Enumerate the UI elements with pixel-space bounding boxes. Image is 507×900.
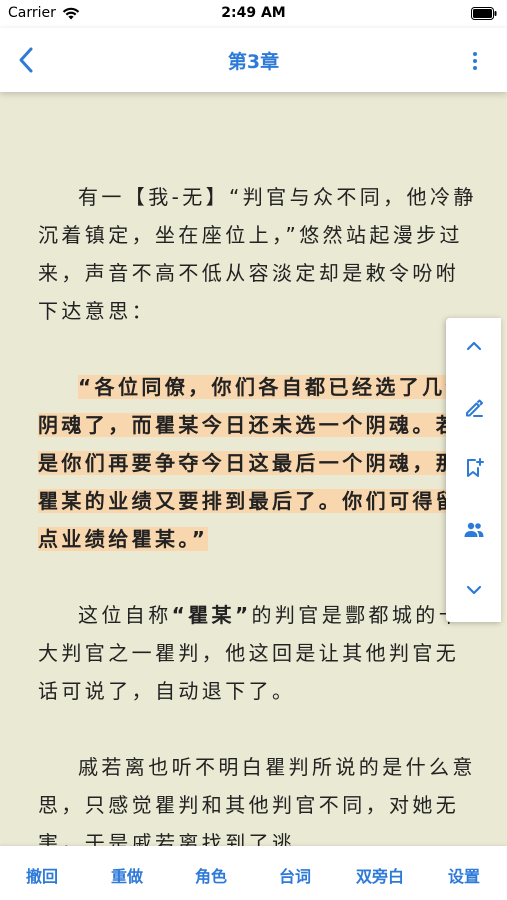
scroll-up-button[interactable] <box>446 326 501 366</box>
side-panel <box>446 318 501 622</box>
role-button[interactable]: 角色 <box>171 863 251 887</box>
people-icon <box>464 522 483 537</box>
bottom-toolbar: 撤回 重做 角色 台词 双旁白 设置 <box>0 846 507 900</box>
more-vertical-icon[interactable] <box>471 50 479 72</box>
bookmark-add-icon <box>466 458 484 477</box>
scroll-down-button[interactable] <box>446 570 501 610</box>
paragraph-2-quote[interactable]: “各位同僚，你们各自都已经选了几个阴魂了，而瞿某今日还未选一个阴魂。若是你们再要… <box>38 368 478 558</box>
paragraph-3-start: 这位自称 <box>78 603 172 627</box>
status-bar: Carrier 2:49 AM <box>0 0 507 28</box>
edit-button[interactable] <box>446 388 501 428</box>
line-button[interactable]: 台词 <box>255 863 335 887</box>
chevron-down-icon <box>466 585 481 595</box>
paragraph-3[interactable]: 这位自称“瞿某”的判官是酆都城的十大判官之一瞿判，他这回是让其他判官无话可说了，… <box>38 596 478 710</box>
undo-button[interactable]: 撤回 <box>2 863 82 887</box>
add-bookmark-button[interactable] <box>446 448 501 488</box>
double-narration-button[interactable]: 双旁白 <box>340 863 420 887</box>
highlighted-text[interactable]: “各位同僚，你们各自都已经选了几个阴魂了，而瞿某今日还未选一个阴魂。若是你们再要… <box>38 375 469 551</box>
roles-button[interactable] <box>446 510 501 550</box>
nav-bar: 第3章 <box>0 28 507 92</box>
redo-button[interactable]: 重做 <box>87 863 167 887</box>
status-time: 2:49 AM <box>221 5 286 21</box>
battery-icon <box>471 7 497 20</box>
chevron-up-icon <box>466 341 481 351</box>
reader-content: 有一【我-无】“判官与众不同，他冷静沉着镇定，坐在座位上，”悠然站起漫步过来，声… <box>38 178 478 900</box>
paragraph-1[interactable]: 有一【我-无】“判官与众不同，他冷静沉着镇定，坐在座位上，”悠然站起漫步过来，声… <box>38 178 478 330</box>
paragraph-3-bold: “瞿某” <box>171 603 252 627</box>
pen-icon <box>465 399 483 417</box>
chapter-title: 第3章 <box>227 51 280 73</box>
paragraph-4[interactable]: 戚若离也听不明白瞿判所说的是什么意思，只感觉瞿判和其他判官不同，对她无害，于是戚… <box>38 748 478 862</box>
settings-button[interactable]: 设置 <box>424 863 504 887</box>
